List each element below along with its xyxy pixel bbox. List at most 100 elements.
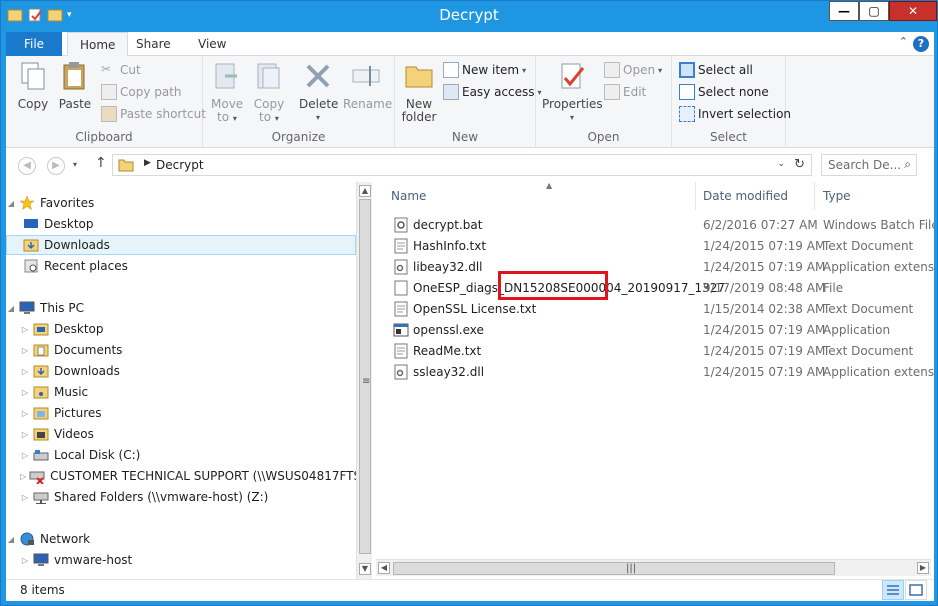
copy-path-button[interactable]: Copy path (101, 84, 182, 100)
dll-file-icon (394, 364, 408, 380)
expand-arrow-icon[interactable]: ▷ (20, 430, 30, 439)
file-date: 6/2/2016 07:27 AM (703, 218, 818, 232)
file-row[interactable]: OpenSSL License.txt 1/15/2014 02:38 AM T… (385, 299, 934, 320)
tree-fav-recent[interactable]: Recent places (6, 256, 356, 276)
tree-pc-videos[interactable]: ▷ Videos (6, 424, 356, 444)
collapse-ribbon-icon[interactable]: ⌃ (899, 35, 908, 48)
file-date: 1/24/2015 07:19 AM (703, 323, 826, 337)
scroll-up-icon[interactable]: ▲ (359, 185, 371, 197)
up-arrow-icon[interactable]: ↑ (95, 155, 107, 171)
refresh-icon[interactable]: ↻ (794, 157, 805, 172)
cut-button[interactable]: ✂ Cut (101, 62, 141, 78)
exe-file-icon (393, 323, 409, 337)
tree-pc-network-drive-r[interactable]: ▷ CUSTOMER TECHNICAL SUPPORT (\\WSUS0481… (6, 466, 356, 486)
tree-net-vmware-host[interactable]: ▷ vmware-host (6, 550, 356, 570)
tree-pc-music[interactable]: ▷ Music (6, 382, 356, 402)
file-list-horizontal-scrollbar[interactable]: ◀ ||| ▶ (376, 559, 931, 576)
expand-arrow-icon[interactable]: ◢ (6, 535, 16, 544)
properties-button[interactable]: Properties ▾ (542, 60, 603, 124)
back-button[interactable]: ◀ (18, 157, 36, 175)
expand-arrow-icon[interactable]: ▷ (20, 451, 30, 460)
scrollbar-grip-icon: ||| (626, 563, 637, 574)
expand-arrow-icon[interactable]: ▷ (20, 493, 30, 502)
tree-pc-shared-folders-z[interactable]: ▷ Shared Folders (\\vmware-host) (Z:) (6, 487, 356, 507)
tree-fav-downloads[interactable]: Downloads (6, 235, 356, 255)
address-bar[interactable]: ▶ Decrypt ⌄ ↻ (112, 154, 812, 176)
new-item-button[interactable]: New item ▾ (443, 62, 526, 78)
scroll-down-icon[interactable]: ▼ (359, 563, 371, 575)
open-button[interactable]: Open ▾ (604, 62, 662, 78)
expand-arrow-icon[interactable]: ◢ (6, 304, 16, 313)
details-view-button[interactable] (882, 580, 904, 600)
forward-button[interactable]: ▶ (47, 157, 65, 175)
column-header-name[interactable]: ▲ Name (382, 182, 696, 210)
scroll-left-icon[interactable]: ◀ (378, 562, 390, 574)
column-header-date[interactable]: Date modified (694, 182, 815, 210)
tab-file[interactable]: File (6, 32, 62, 56)
file-row[interactable]: libeay32.dll 1/24/2015 07:19 AM Applicat… (385, 257, 934, 278)
expand-arrow-icon[interactable]: ▷ (20, 346, 30, 355)
column-header-type[interactable]: Type (814, 182, 934, 210)
search-input[interactable]: Search De... ⌕ (821, 154, 917, 176)
tab-home[interactable]: Home (67, 32, 129, 57)
large-icons-view-button[interactable] (905, 580, 927, 600)
expand-arrow-icon[interactable]: ▷ (20, 409, 30, 418)
tab-share[interactable]: Share (124, 32, 183, 56)
scroll-right-icon[interactable]: ▶ (917, 562, 929, 574)
tree-pc-desktop[interactable]: ▷ Desktop (6, 319, 356, 339)
expand-arrow-icon[interactable]: ▷ (20, 367, 30, 376)
easy-access-button[interactable]: Easy access ▾ (443, 84, 542, 100)
move-to-button[interactable]: Move to ▾ (211, 60, 243, 125)
close-button[interactable]: ✕ (889, 1, 937, 21)
recent-locations-icon[interactable]: ▾ (73, 160, 77, 169)
drive-icon (33, 450, 49, 461)
file-row[interactable]: ReadMe.txt 1/24/2015 07:19 AM Text Docum… (385, 341, 934, 362)
breadcrumb[interactable]: Decrypt (156, 158, 204, 172)
maximize-button[interactable]: ▢ (859, 1, 889, 21)
tree-pc-documents[interactable]: ▷ Documents (6, 340, 356, 360)
address-dropdown-icon[interactable]: ⌄ (777, 159, 785, 169)
expand-arrow-icon[interactable]: ▷ (20, 325, 30, 334)
select-all-button[interactable]: Select all (679, 62, 753, 78)
delete-button[interactable]: Delete ▾ (299, 60, 338, 124)
copy-button[interactable]: Copy (16, 60, 50, 111)
copy-to-button[interactable]: Copy to ▾ (253, 60, 285, 125)
expand-arrow-icon[interactable]: ▷ (20, 472, 26, 481)
tree-favorites[interactable]: ◢ Favorites (6, 193, 356, 213)
title-bar[interactable]: ▾ Decrypt — ▢ ✕ (1, 1, 937, 31)
file-row[interactable]: HashInfo.txt 1/24/2015 07:19 AM Text Doc… (385, 236, 934, 257)
tab-view[interactable]: View (186, 32, 238, 56)
file-row[interactable]: ssleay32.dll 1/24/2015 07:19 AM Applicat… (385, 362, 934, 383)
minimize-button[interactable]: — (829, 1, 859, 21)
paste-button[interactable]: Paste (58, 60, 92, 111)
star-icon (19, 195, 35, 211)
breadcrumb-chevron-icon[interactable]: ▶ (144, 158, 151, 168)
file-row[interactable]: OneESP_diags_DN15208SE000004_20190917_13… (385, 271, 934, 300)
invert-selection-button[interactable]: Invert selection (679, 106, 791, 122)
tree-pc-downloads[interactable]: ▷ Downloads (6, 361, 356, 381)
edit-button[interactable]: Edit (604, 84, 646, 100)
file-list: ▲ Name Date modified Type decrypt.bat 6/… (372, 182, 934, 579)
search-icon[interactable]: ⌕ (904, 157, 911, 172)
tree-fav-desktop[interactable]: Desktop (6, 214, 356, 234)
select-none-button[interactable]: Select none (679, 84, 769, 100)
tree-network[interactable]: ◢ Network (6, 529, 356, 549)
navigation-pane-scrollbar[interactable]: ▲ ≡ ▼ (356, 182, 372, 579)
network-icon (20, 532, 34, 546)
new-folder-button[interactable]: New folder (401, 60, 437, 124)
file-date: 1/15/2014 02:38 AM (703, 302, 826, 316)
tree-this-pc[interactable]: ◢ This PC (6, 298, 356, 318)
expand-arrow-icon[interactable]: ▷ (20, 388, 30, 397)
expand-arrow-icon[interactable]: ◢ (6, 199, 16, 208)
help-icon[interactable]: ? (913, 36, 929, 52)
tree-pc-local-disk[interactable]: ▷ Local Disk (C:) (6, 445, 356, 465)
scrollbar-thumb[interactable]: ≡ (359, 199, 371, 554)
expand-arrow-icon[interactable]: ▷ (20, 556, 30, 565)
file-date: 1/24/2015 07:19 AM (703, 365, 826, 379)
paste-shortcut-button[interactable]: Paste shortcut (101, 106, 206, 122)
file-row[interactable]: openssl.exe 1/24/2015 07:19 AM Applicati… (385, 320, 934, 341)
tree-pc-pictures[interactable]: ▷ Pictures (6, 403, 356, 423)
file-row[interactable]: decrypt.bat 6/2/2016 07:27 AM Windows Ba… (385, 215, 934, 236)
rename-button[interactable]: Rename (343, 60, 392, 111)
scrollbar-thumb[interactable]: ||| (393, 562, 835, 575)
